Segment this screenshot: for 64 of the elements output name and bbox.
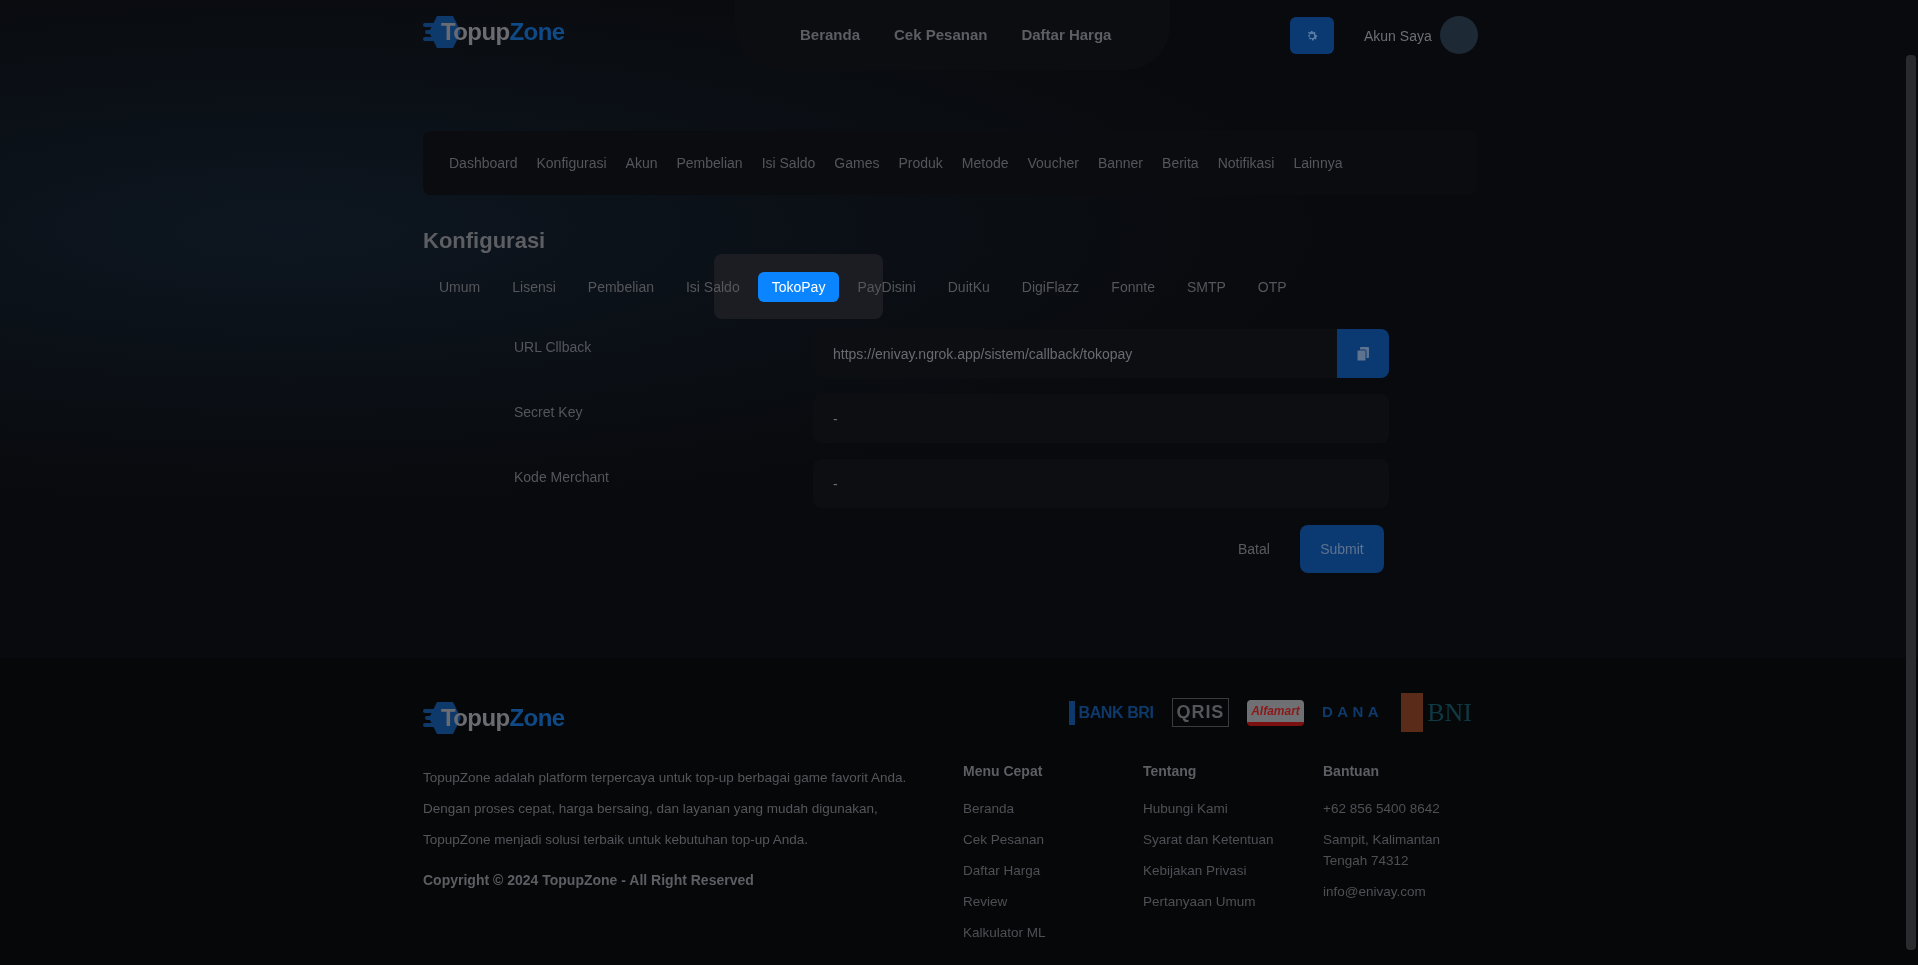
admin-menu-item[interactable]: Pembelian: [676, 152, 743, 174]
footer-link[interactable]: Kalkulator ML: [963, 922, 1113, 943]
qris-logo: QRIS: [1171, 698, 1230, 727]
admin-menu-item[interactable]: Produk: [898, 152, 943, 174]
tab[interactable]: PayDisini: [843, 277, 930, 298]
footer-link[interactable]: Daftar Harga: [963, 860, 1113, 881]
footer-link[interactable]: Cek Pesanan: [963, 829, 1113, 850]
footer-link[interactable]: Syarat dan Ketentuan: [1143, 829, 1293, 850]
footer-heading: Bantuan: [1323, 762, 1380, 781]
footer-link[interactable]: +62 856 5400 8642: [1323, 798, 1473, 819]
tab[interactable]: DigiFlazz: [1007, 277, 1094, 298]
footer-link[interactable]: Sampit, Kalimantan Tengah 74312: [1323, 829, 1473, 871]
tab[interactable]: Lisensi: [498, 277, 570, 298]
admin-menu-item[interactable]: Isi Saldo: [761, 152, 816, 174]
footer-link[interactable]: Kebijakan Privasi: [1143, 860, 1293, 881]
footer-description: TopupZone adalah platform terpercaya untuk top-up berbagai game favorit Anda. Dengan proses cepat, harga bersaing, dan layanan yang mudah digunakan, TopupZone menjadi solusi terbaik untuk kebutuhan top-up Anda.: [423, 769, 908, 849]
admin-menu-item[interactable]: Voucher: [1027, 152, 1079, 174]
admin-menu-item[interactable]: Lainnya: [1293, 152, 1343, 174]
input-field[interactable]: -: [813, 459, 1389, 508]
admin-menu-item[interactable]: Dashboard: [449, 152, 518, 174]
tab[interactable]: Umum: [425, 277, 495, 298]
tab[interactable]: DuitKu: [933, 277, 1004, 298]
copyright-text: Copyright © 2024 TopupZone - All Right Reserved: [423, 871, 754, 890]
admin-menu-item[interactable]: Games: [834, 152, 880, 174]
footer-link[interactable]: Pertanyaan Umum: [1143, 891, 1293, 912]
footer-link[interactable]: info@enivay.com: [1323, 881, 1473, 902]
field-label: Secret Key: [514, 403, 584, 422]
copy-icon: [1357, 346, 1369, 361]
page-title: Konfigurasi: [423, 227, 546, 255]
store-logo: Alfamart: [1247, 699, 1304, 726]
footer-heading: Tentang: [1143, 762, 1198, 781]
footer-link[interactable]: Hubungi Kami: [1143, 798, 1293, 819]
field-label: Kode Merchant: [514, 468, 610, 487]
footer-heading: Menu Cepat: [963, 762, 1044, 781]
bank-logo: BANK BRI: [1068, 700, 1154, 725]
tab[interactable]: TokoPay: [757, 272, 840, 302]
tab[interactable]: Isi Saldo: [672, 277, 754, 298]
admin-menu-item[interactable]: Berita: [1162, 152, 1199, 174]
admin-menu-item[interactable]: Banner: [1097, 152, 1144, 174]
input-field[interactable]: -: [813, 394, 1389, 443]
footer-link[interactable]: Beranda: [963, 798, 1113, 819]
submit-button[interactable]: Submit: [1299, 525, 1384, 573]
settings-icon: [1305, 28, 1319, 43]
tab[interactable]: OTP: [1243, 277, 1301, 298]
nav-link[interactable]: Daftar Harga: [1021, 24, 1112, 47]
nav-link[interactable]: Cek Pesanan: [894, 24, 988, 47]
account-label[interactable]: Akun Saya: [1364, 26, 1432, 47]
admin-menu-item[interactable]: Konfigurasi: [536, 152, 607, 174]
bank-logo: BNI: [1401, 693, 1472, 732]
avatar[interactable]: [1440, 16, 1478, 54]
settings-button[interactable]: [1290, 17, 1334, 54]
field-label: URL Cllback: [514, 338, 593, 357]
scrollbar-thumb[interactable]: [1906, 55, 1916, 950]
tab[interactable]: Fonnte: [1097, 277, 1169, 298]
copy-button[interactable]: [1337, 329, 1389, 378]
admin-menu-item[interactable]: Akun: [625, 152, 658, 174]
tab[interactable]: SMTP: [1172, 277, 1240, 298]
admin-menu-item[interactable]: Metode: [961, 152, 1009, 174]
tab[interactable]: Pembelian: [573, 277, 668, 298]
admin-menu-item[interactable]: Notifikasi: [1217, 152, 1275, 174]
footer-link[interactable]: Review: [963, 891, 1113, 912]
wallet-logo: DANA: [1321, 702, 1384, 723]
cancel-button[interactable]: Batal: [1230, 538, 1278, 560]
nav-link[interactable]: Beranda: [800, 24, 861, 47]
